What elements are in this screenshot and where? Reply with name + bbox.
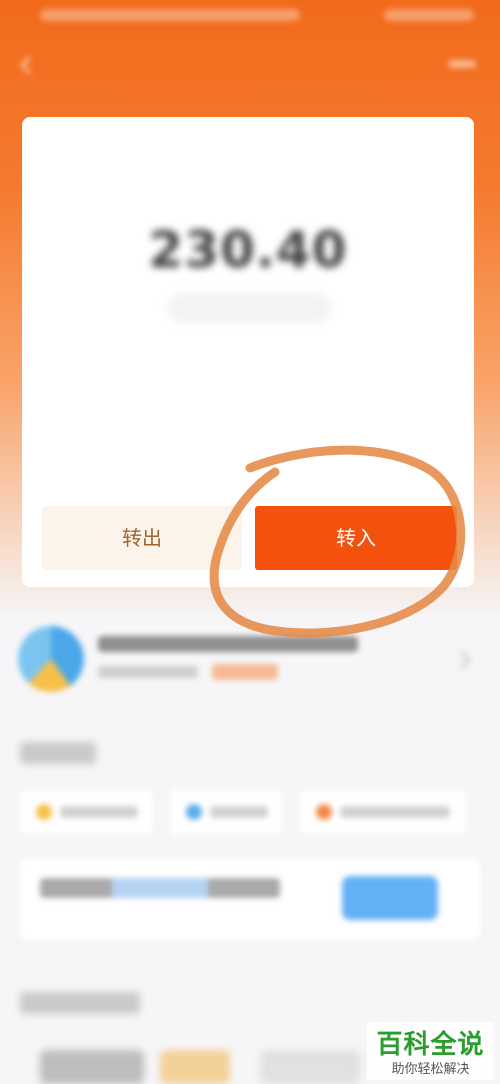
service-chip-3[interactable] xyxy=(300,790,466,834)
stat-left xyxy=(37,397,207,413)
service-chip-3-label xyxy=(340,806,450,818)
star-icon xyxy=(36,804,52,820)
section-title-recommend xyxy=(20,992,140,1014)
status-bar-left xyxy=(40,9,300,21)
service-chip-1[interactable] xyxy=(20,790,152,834)
service-chip-2[interactable] xyxy=(170,790,282,834)
thumbnail-2[interactable] xyxy=(160,1050,230,1084)
promo-banner-text xyxy=(40,878,280,898)
watermark-logo: 百科全说 助你轻松解决 xyxy=(367,1022,494,1080)
info-icon xyxy=(186,804,202,820)
stat-right xyxy=(287,397,457,413)
product-subtitle xyxy=(98,666,198,678)
watermark-title: 百科全说 xyxy=(376,1030,485,1060)
section-title-services xyxy=(20,742,96,764)
thumbnail-1[interactable] xyxy=(40,1050,144,1084)
product-row[interactable] xyxy=(18,622,482,700)
product-tag xyxy=(212,664,278,680)
service-chip-1-label xyxy=(60,806,138,818)
app-header xyxy=(0,30,500,100)
transfer-out-button[interactable]: 转出 xyxy=(42,506,242,570)
back-arrow-icon[interactable] xyxy=(16,54,38,76)
transfer-in-button[interactable]: 转入 xyxy=(255,506,457,570)
thumbnail-3[interactable] xyxy=(260,1050,360,1084)
status-bar xyxy=(0,0,500,30)
watermark-subtitle: 助你轻松解决 xyxy=(391,1062,470,1077)
balance-amount: 230.40 xyxy=(148,221,348,279)
status-bar-right xyxy=(384,9,474,21)
product-title xyxy=(98,636,358,652)
promo-banner-button[interactable] xyxy=(342,876,438,920)
more-options-icon[interactable] xyxy=(448,60,476,68)
gift-icon xyxy=(316,804,332,820)
chevron-right-icon xyxy=(453,651,471,669)
product-avatar xyxy=(18,626,84,692)
yield-pill[interactable] xyxy=(167,293,331,323)
service-chip-row xyxy=(20,790,480,834)
promo-banner[interactable] xyxy=(20,858,480,940)
account-card: 230.40 转出 转入 xyxy=(22,117,474,587)
service-chip-2-label xyxy=(210,806,268,818)
